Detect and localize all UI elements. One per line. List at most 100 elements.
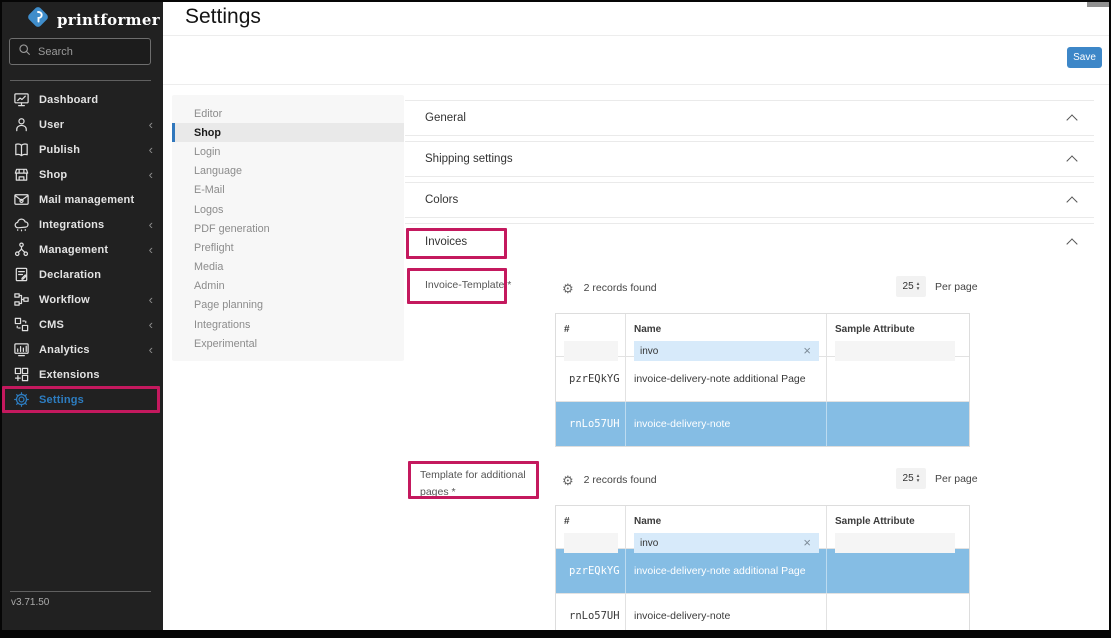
records-found-text: 2 records found [584, 282, 657, 294]
subnav-item-preflight[interactable]: Preflight [172, 238, 404, 257]
cms-icon [12, 316, 30, 333]
sidebar-item-extensions[interactable]: Extensions [0, 362, 163, 387]
chevron-left-icon: ‹ [149, 118, 153, 131]
filter-id-input[interactable] [564, 533, 618, 553]
sidebar-item-dashboard[interactable]: Dashboard [0, 87, 163, 112]
sidebar-item-cms[interactable]: CMS ‹ [0, 312, 163, 337]
table-row-selected[interactable]: rnLo57UH invoice-delivery-note [556, 401, 969, 446]
accordion-general[interactable]: General [405, 100, 1094, 136]
subnav-item-experimental[interactable]: Experimental [172, 334, 404, 353]
table1-meta: ⚙ 2 records found [562, 278, 657, 298]
sidebar-item-analytics[interactable]: Analytics ‹ [0, 337, 163, 362]
sidebar-item-management[interactable]: Management ‹ [0, 237, 163, 262]
chevron-left-icon: ‹ [149, 218, 153, 231]
chevron-left-icon: ‹ [149, 143, 153, 156]
spinner-arrows-icon: ▴▾ [917, 474, 920, 483]
column-header-name: Name [634, 324, 661, 335]
table-settings-gear-icon[interactable]: ⚙ [562, 282, 574, 295]
printformer-logo-icon [25, 4, 51, 35]
accordion-shipping-settings[interactable]: Shipping settings [405, 141, 1094, 177]
sidebar-item-settings[interactable]: Settings [0, 387, 163, 412]
table-settings-gear-icon[interactable]: ⚙ [562, 474, 574, 487]
column-header-sample-attribute: Sample Attribute [835, 324, 915, 335]
mail-icon [12, 191, 30, 208]
search-input[interactable] [38, 46, 142, 58]
app-window: printformer Dashboard User ‹ Publish [0, 0, 1111, 638]
additional-pages-template-table: # Name × Sample Attribute pzrEQkYG invoi… [555, 505, 970, 638]
column-header-id: # [564, 516, 570, 527]
subnav-item-media[interactable]: Media [172, 258, 404, 277]
filter-name-input[interactable] [634, 533, 819, 553]
subnav-item-email[interactable]: E-Mail [172, 181, 404, 200]
template-additional-pages-label: Template for additional pages * [420, 467, 538, 501]
sidebar-item-declaration[interactable]: Declaration [0, 262, 163, 287]
analytics-icon [12, 341, 30, 358]
clear-filter-icon[interactable]: × [803, 535, 811, 551]
subnav-item-integrations[interactable]: Integrations [172, 315, 404, 334]
publish-icon [12, 141, 30, 158]
subnav-item-page-planning[interactable]: Page planning [172, 296, 404, 315]
per-page-select[interactable]: 25 ▴▾ [896, 276, 926, 297]
per-page-label: Per page [935, 473, 978, 485]
sidebar-item-workflow[interactable]: Workflow ‹ [0, 287, 163, 312]
toolbar-divider [163, 84, 1109, 85]
per-page-label: Per page [935, 281, 978, 293]
workflow-icon [12, 291, 30, 308]
table-row-selected[interactable]: pzrEQkYG invoice-delivery-note additiona… [556, 548, 969, 593]
hierarchy-icon [12, 241, 30, 258]
sidebar-bottom-divider [10, 591, 151, 592]
chevron-up-icon [1066, 155, 1077, 166]
sidebar-item-integrations[interactable]: Integrations ‹ [0, 212, 163, 237]
chevron-left-icon: ‹ [149, 243, 153, 256]
accordion-colors[interactable]: Colors [405, 182, 1094, 218]
chevron-left-icon: ‹ [149, 343, 153, 356]
shop-icon [12, 166, 30, 183]
subnav-item-editor[interactable]: Editor [172, 104, 404, 123]
dashboard-icon [12, 91, 30, 108]
sidebar-item-publish[interactable]: Publish ‹ [0, 137, 163, 162]
sidebar-item-mail-management[interactable]: Mail management [0, 187, 163, 212]
subnav-item-admin[interactable]: Admin [172, 277, 404, 296]
chevron-up-icon [1066, 114, 1077, 125]
gear-icon [12, 391, 30, 408]
invoice-template-table: # Name × Sample Attribute pzrEQkYG invoi… [555, 313, 970, 447]
spinner-arrows-icon: ▴▾ [917, 282, 920, 291]
chevron-left-icon: ‹ [149, 293, 153, 306]
accordion-invoices[interactable]: Invoices [405, 223, 1094, 259]
filter-sample-input[interactable] [835, 341, 955, 361]
brand-name: printformer [57, 11, 160, 29]
user-icon [12, 116, 30, 133]
sidebar-search [9, 38, 151, 65]
table2-per-page: 25 ▴▾ Per page [896, 468, 978, 489]
filter-sample-input[interactable] [835, 533, 955, 553]
save-button[interactable]: Save [1067, 47, 1102, 68]
chevron-up-icon [1066, 238, 1077, 249]
subnav-item-language[interactable]: Language [172, 162, 404, 181]
filter-id-input[interactable] [564, 341, 618, 361]
search-icon [18, 43, 31, 61]
brand-logo[interactable]: printformer [25, 4, 160, 35]
subnav-item-login[interactable]: Login [172, 142, 404, 161]
sidebar-item-user[interactable]: User ‹ [0, 112, 163, 137]
table-row[interactable]: pzrEQkYG invoice-delivery-note additiona… [556, 356, 969, 401]
cloud-icon [12, 216, 30, 233]
sidebar: printformer Dashboard User ‹ Publish [0, 0, 163, 632]
per-page-select[interactable]: 25 ▴▾ [896, 468, 926, 489]
subnav-item-pdf-generation[interactable]: PDF generation [172, 219, 404, 238]
column-header-sample-attribute: Sample Attribute [835, 516, 915, 527]
sidebar-divider [10, 80, 151, 81]
chevron-up-icon [1066, 196, 1077, 207]
subnav-item-shop[interactable]: Shop [172, 123, 404, 142]
sidebar-item-shop[interactable]: Shop ‹ [0, 162, 163, 187]
table-header-row: # Name × Sample Attribute [556, 314, 969, 356]
bottom-border-bar [0, 630, 1111, 638]
page-title: Settings [185, 5, 261, 29]
extensions-icon [12, 366, 30, 383]
subnav-item-logos[interactable]: Logos [172, 200, 404, 219]
filter-name-input[interactable] [634, 341, 819, 361]
header-divider [163, 35, 1109, 36]
table1-per-page: 25 ▴▾ Per page [896, 276, 978, 297]
version-label: v3.71.50 [11, 597, 49, 608]
clear-filter-icon[interactable]: × [803, 343, 811, 359]
column-header-name: Name [634, 516, 661, 527]
